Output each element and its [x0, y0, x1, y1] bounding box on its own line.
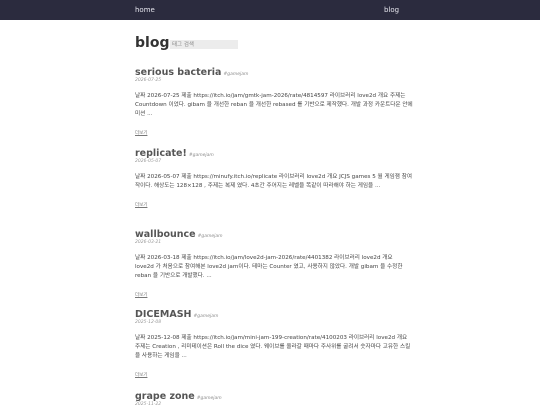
post-item: DICEMASH #gamejam 2025-12-08 날짜 2025-12-0… — [135, 306, 415, 380]
post-item: wallbounce #gamejam 2026-03-21 날짜 2026-03… — [135, 226, 415, 300]
post-tag[interactable]: #gamejam — [189, 153, 214, 158]
post-tag[interactable]: #gamejam — [223, 72, 248, 77]
tag-search-input[interactable] — [170, 40, 238, 49]
nav-blog-link[interactable]: blog — [384, 5, 399, 15]
post-excerpt: 날짜 2025-12-08 제출 https://itch.io/jam/min… — [135, 335, 411, 359]
read-more-link[interactable]: 더보기 — [135, 293, 147, 299]
post-date: 2026-07-25 — [135, 78, 162, 83]
read-more-link[interactable]: 더보기 — [135, 373, 147, 379]
nav-home-link[interactable]: home — [135, 5, 155, 15]
post-date: 2026-05-07 — [135, 159, 162, 164]
read-more-link[interactable]: 더보기 — [135, 131, 147, 137]
post-tag[interactable]: #gamejam — [193, 314, 218, 319]
post-item: replicate! #gamejam 2026-05-07 날짜 2026-05… — [135, 145, 415, 210]
blog-header: blog — [135, 34, 435, 54]
read-more-link[interactable]: 더보기 — [135, 203, 147, 209]
post-excerpt: 날짜 2026-03-18 제출 https://itch.io/jam/lov… — [135, 255, 403, 279]
post-tag[interactable]: #gamejam — [198, 234, 223, 239]
post-tag[interactable]: #gamejam — [197, 396, 222, 401]
post-date: 2026-03-21 — [135, 240, 162, 245]
post-excerpt: 날짜 2026-07-25 제출 https://itch.io/jam/gmt… — [135, 93, 413, 117]
post-date: 2025-12-08 — [135, 320, 162, 325]
post-excerpt: 날짜 2026-05-07 제출 https://minufy.itch.io/… — [135, 174, 412, 189]
page-title: blog — [135, 35, 170, 51]
post-item: serious bacteria #gamejam 2026-07-25 날짜 2… — [135, 64, 415, 138]
post-item: grape zone #gamejam 2025-11-22 — [135, 388, 415, 408]
top-nav-bar: home blog — [0, 0, 540, 20]
